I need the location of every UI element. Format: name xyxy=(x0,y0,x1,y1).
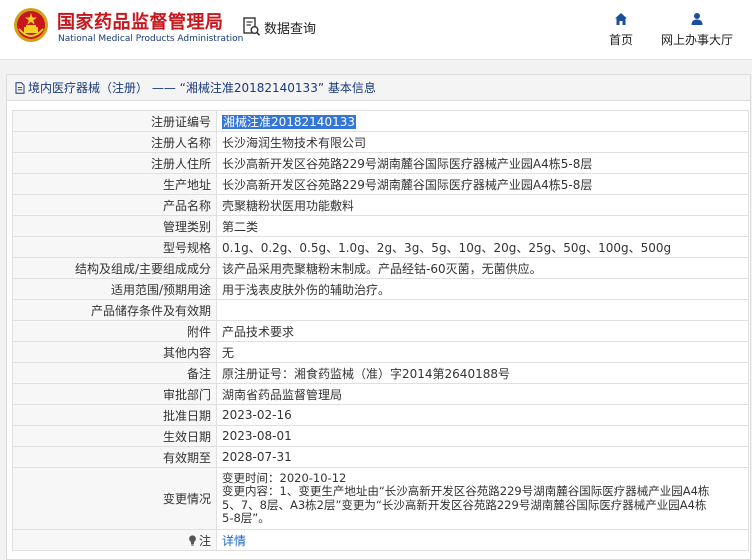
field-label: 结构及组成/主要组成成分 xyxy=(12,257,217,279)
data-query-label: 数据查询 xyxy=(264,21,317,37)
table-row: 生效日期 2023-08-01 xyxy=(12,425,749,447)
field-label: 附件 xyxy=(12,320,217,342)
note-label-cell: 注 xyxy=(12,529,217,551)
home-icon xyxy=(615,13,627,25)
field-label: 生产地址 xyxy=(12,173,217,195)
field-label: 注册证编号 xyxy=(12,110,217,132)
table-row: 注册人名称 长沙海润生物技术有限公司 xyxy=(12,131,749,153)
field-value: 第二类 xyxy=(216,215,749,237)
field-value: 壳聚糖粉状医用功能敷料 xyxy=(216,194,749,216)
field-value: 0.1g、0.2g、0.5g、1.0g、2g、3g、5g、10g、20g、25g… xyxy=(216,236,749,258)
table-row: 附件 产品技术要求 xyxy=(12,320,749,342)
user-icon xyxy=(691,13,703,25)
field-value: 2023-08-01 xyxy=(216,425,749,447)
field-label: 型号规格 xyxy=(12,236,217,258)
field-value: 该产品采用壳聚糖粉末制成。产品经钴-60灭菌，无菌供应。 xyxy=(216,257,749,279)
field-label: 变更情况 xyxy=(12,467,217,530)
field-value: 原注册证号：湘食药监械（准）字2014第2640188号 xyxy=(216,362,749,384)
table-row: 型号规格 0.1g、0.2g、0.5g、1.0g、2g、3g、5g、10g、20… xyxy=(12,236,749,258)
change-content-line: 5-8层”。 xyxy=(222,511,270,525)
field-value: 无 xyxy=(216,341,749,363)
field-label: 生效日期 xyxy=(12,425,217,447)
data-query-link[interactable]: 数据查询 xyxy=(243,16,316,38)
field-label: 其他内容 xyxy=(12,341,217,363)
field-value: 用于浅表皮肤外伤的辅助治疗。 xyxy=(216,278,749,300)
site-header: 国家药品监督管理局 National Medical Products Admi… xyxy=(0,0,752,60)
field-value: 详情 xyxy=(216,529,749,551)
table-row-note: 注 详情 xyxy=(12,529,749,551)
document-search-icon xyxy=(243,17,261,36)
field-value: 长沙高新开发区谷苑路229号湖南麓谷国际医疗器械产业园A4栋5-8层 xyxy=(216,152,749,174)
document-icon xyxy=(15,81,25,94)
site-title: 国家药品监督管理局 xyxy=(57,12,224,33)
table-row-change: 变更情况 变更时间：2020-10-12 变更内容：1、变更生产地址由“长沙高新… xyxy=(12,467,749,530)
field-value: 湖南省药品监督管理局 xyxy=(216,383,749,405)
details-link[interactable]: 详情 xyxy=(222,534,246,548)
table-row: 注册证编号 湘械注准20182140133 xyxy=(12,110,749,132)
table-row: 适用范围/预期用途 用于浅表皮肤外伤的辅助治疗。 xyxy=(12,278,749,300)
table-row: 管理类别 第二类 xyxy=(12,215,749,237)
field-value: 长沙海润生物技术有限公司 xyxy=(216,131,749,153)
site-subtitle: National Medical Products Administration xyxy=(58,34,244,44)
field-value: 2028-07-31 xyxy=(216,446,749,468)
change-content-line: 变更内容：1、变更生产地址由“长沙高新开发区谷苑路229号湖南麓谷国际医疗器械产… xyxy=(222,484,710,498)
panel-header: 境内医疗器械（注册） —— “湘械注准20182140133” 基本信息 xyxy=(7,75,750,101)
field-label: 审批部门 xyxy=(12,383,217,405)
lightbulb-icon xyxy=(189,534,196,546)
table-row: 产品名称 壳聚糖粉状医用功能敷料 xyxy=(12,194,749,216)
national-emblem-icon xyxy=(14,8,48,42)
registration-number-selected[interactable]: 湘械注准20182140133 xyxy=(222,114,356,129)
nav-online-service-hall-label: 网上办事大厅 xyxy=(660,33,733,47)
table-row: 注册人住所 长沙高新开发区谷苑路229号湖南麓谷国际医疗器械产业园A4栋5-8层 xyxy=(12,152,749,174)
change-content-line: 5、7、8层、A3栋2层”变更为“长沙高新开发区谷苑路229号湖南麓谷国际医疗器… xyxy=(222,497,707,512)
table-row: 有效期至 2028-07-31 xyxy=(12,446,749,468)
field-label: 批准日期 xyxy=(12,404,217,426)
field-label: 产品名称 xyxy=(12,194,217,216)
table-row: 批准日期 2023-02-16 xyxy=(12,404,749,426)
table-row: 生产地址 长沙高新开发区谷苑路229号湖南麓谷国际医疗器械产业园A4栋5-8层 xyxy=(12,173,749,195)
field-label: 产品储存条件及有效期 xyxy=(12,299,217,321)
table-row: 产品储存条件及有效期 xyxy=(12,299,749,321)
change-history-value: 变更时间：2020-10-12 变更内容：1、变更生产地址由“长沙高新开发区谷苑… xyxy=(216,467,749,530)
note-label: 注 xyxy=(198,533,211,548)
table-row: 备注 原注册证号：湘食药监械（准）字2014第2640188号 xyxy=(12,362,749,384)
field-label: 管理类别 xyxy=(12,215,217,237)
field-label: 注册人住所 xyxy=(12,152,217,174)
field-value: 产品技术要求 xyxy=(216,320,749,342)
panel-title: 境内医疗器械（注册） —— “湘械注准20182140133” 基本信息 xyxy=(28,81,376,95)
field-value: 2023-02-16 xyxy=(216,404,749,426)
change-time: 变更时间：2020-10-12 xyxy=(222,470,347,485)
nav-home-label: 首页 xyxy=(608,33,633,47)
field-label: 有效期至 xyxy=(12,446,217,468)
table-row: 结构及组成/主要组成成分 该产品采用壳聚糖粉末制成。产品经钴-60灭菌，无菌供应… xyxy=(12,257,749,279)
registration-info-table: 注册证编号 湘械注准20182140133 注册人名称 长沙海润生物技术有限公司… xyxy=(12,110,749,551)
nav-online-service-hall[interactable]: 网上办事大厅 xyxy=(655,12,739,48)
field-label: 适用范围/预期用途 xyxy=(12,278,217,300)
field-value: 长沙高新开发区谷苑路229号湖南麓谷国际医疗器械产业园A4栋5-8层 xyxy=(216,173,749,195)
nav-home[interactable]: 首页 xyxy=(604,12,638,48)
field-label: 备注 xyxy=(12,362,217,384)
table-row: 其他内容 无 xyxy=(12,341,749,363)
field-label: 注册人名称 xyxy=(12,131,217,153)
table-row: 审批部门 湖南省药品监督管理局 xyxy=(12,383,749,405)
field-value: 湘械注准20182140133 xyxy=(216,110,749,132)
field-value xyxy=(216,299,749,321)
